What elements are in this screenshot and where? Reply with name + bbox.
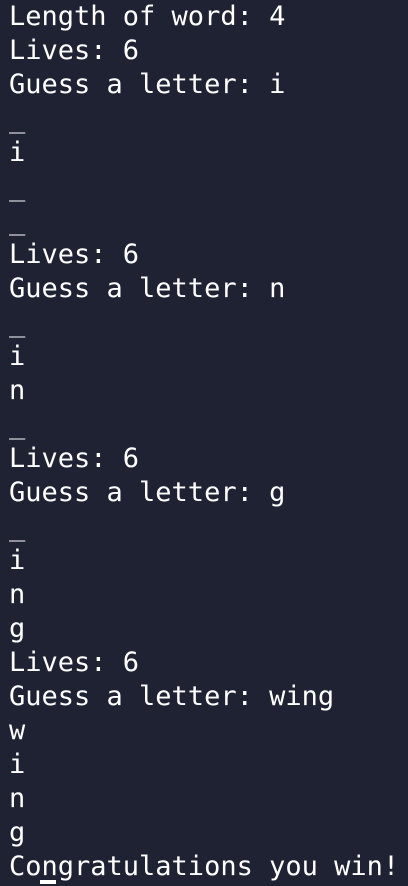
output-line: _ xyxy=(9,409,26,440)
output-line: Guess a letter: wing xyxy=(9,681,335,712)
output-line: g xyxy=(9,613,26,644)
output-line: Congratulations you win! xyxy=(9,851,400,882)
output-line: Guess a letter: i xyxy=(9,69,286,100)
output-line: Guess a letter: g xyxy=(9,477,286,508)
output-line: Lives: 6 xyxy=(9,35,140,66)
output-line: Lives: 6 xyxy=(9,239,140,270)
text-cursor xyxy=(40,880,56,884)
terminal-window[interactable]: Length of word: 4 Lives: 6 Guess a letter:… xyxy=(0,0,408,886)
output-line: i xyxy=(9,545,26,576)
terminal-output: Length of word: 4 Lives: 6 Guess a letter:… xyxy=(9,0,408,884)
output-line: Lives: 6 xyxy=(9,647,140,678)
output-line: i xyxy=(9,749,26,780)
output-line: n xyxy=(9,783,26,814)
output-line: Lives: 6 xyxy=(9,443,140,474)
output-line: n xyxy=(9,579,26,610)
output-line: i xyxy=(9,341,26,372)
output-line: Guess a letter: n xyxy=(9,273,286,304)
output-line: i xyxy=(9,137,26,168)
output-line: Length of word: 4 xyxy=(9,1,286,32)
output-line: w xyxy=(9,715,26,746)
output-line: g xyxy=(9,817,26,848)
output-line: _ xyxy=(9,205,26,236)
output-line: _ xyxy=(9,171,26,202)
output-line: _ xyxy=(9,511,26,542)
output-line: n xyxy=(9,375,26,406)
output-line: _ xyxy=(9,307,26,338)
output-line: _ xyxy=(9,103,26,134)
